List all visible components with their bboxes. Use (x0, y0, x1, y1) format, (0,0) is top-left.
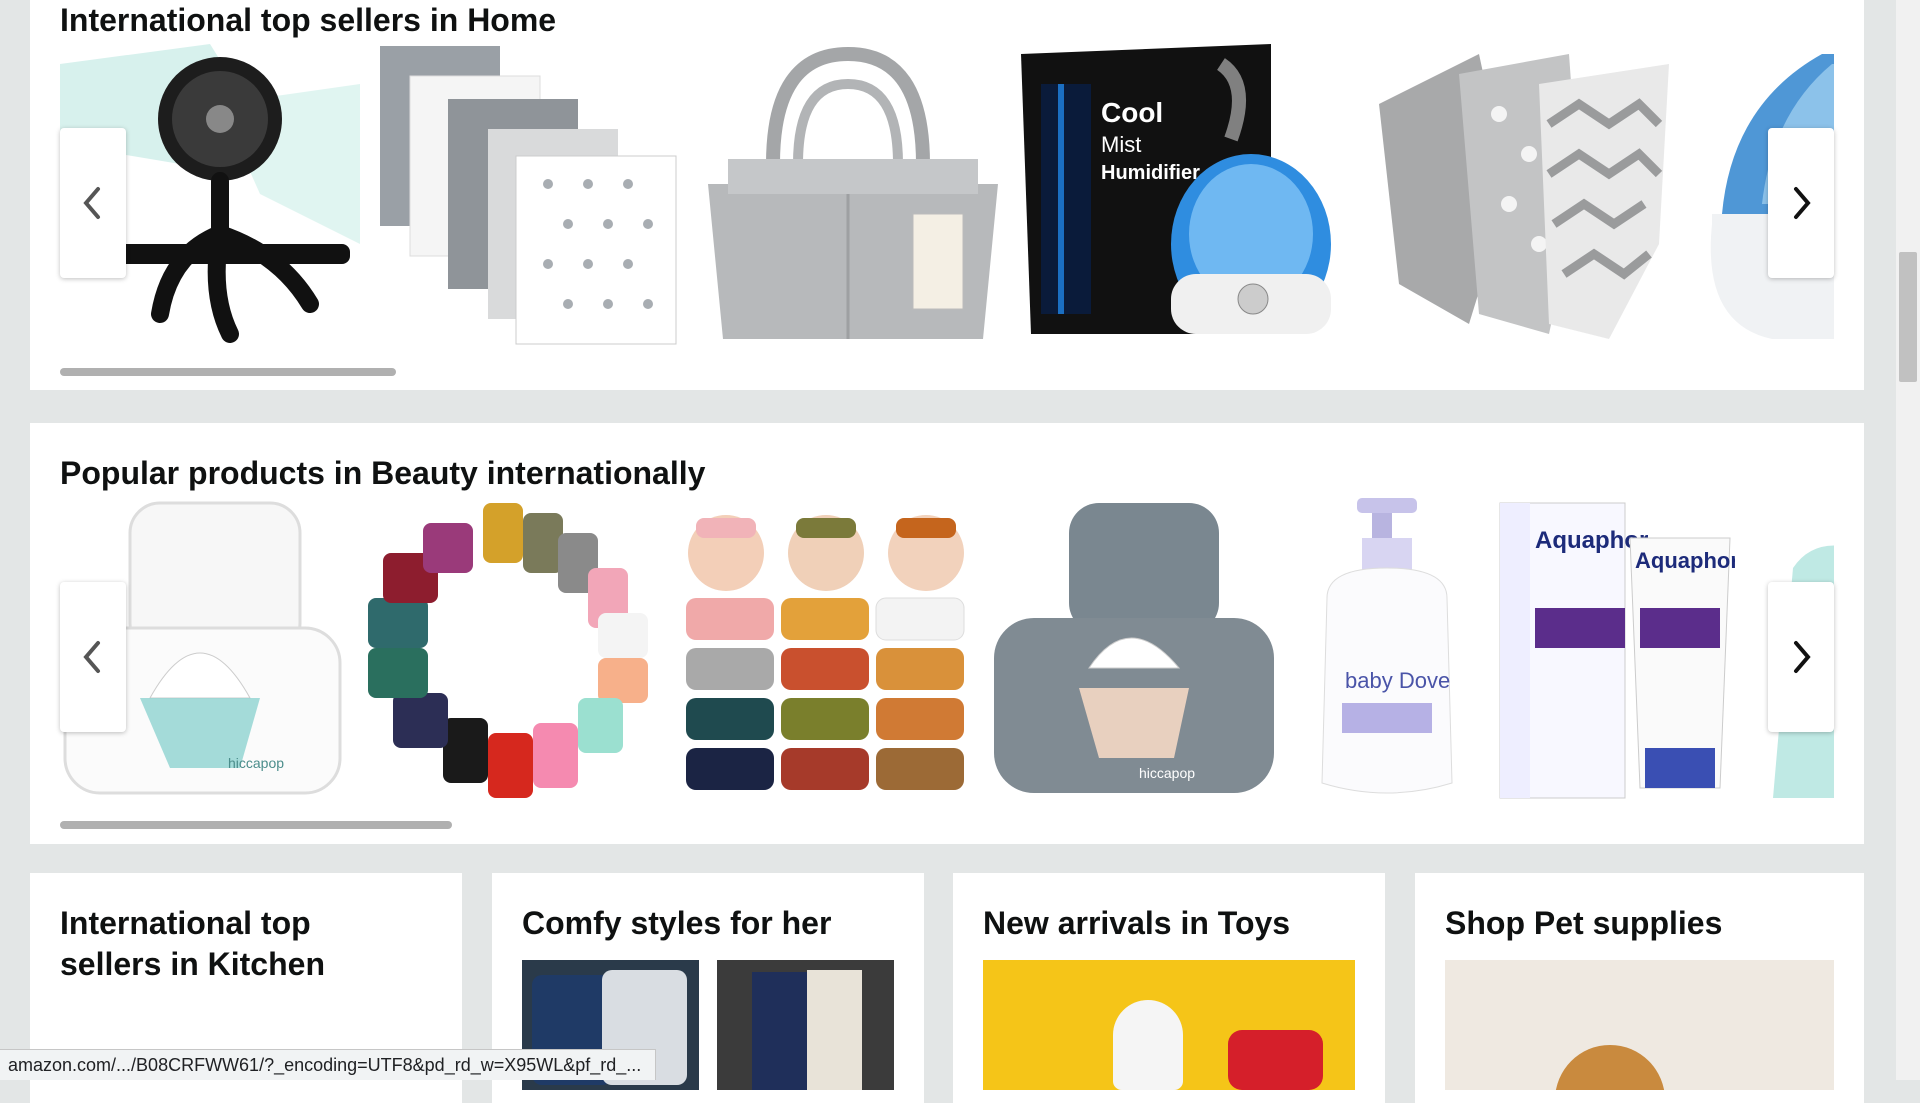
product-carousel: hiccapop hiccapop baby Dove Aquaphor Aqu… (60, 498, 1834, 800)
section-title: Popular products in Beauty international… (60, 455, 706, 491)
brand-text: hiccapop (1139, 765, 1195, 781)
card-title[interactable]: Comfy styles for her (522, 903, 831, 944)
chevron-left-icon (83, 641, 100, 673)
product-image[interactable] (1445, 960, 1834, 1090)
product-carousel: Cool Mist Humidifier (60, 44, 1834, 346)
product-tile[interactable] (1369, 44, 1674, 346)
brand-text: hiccapop (228, 755, 284, 771)
card-title[interactable]: International top sellers in Kitchen (60, 903, 420, 985)
product-tile[interactable]: Cool Mist Humidifier (1021, 44, 1351, 346)
product-tile[interactable]: Aquaphor Aquaphor (1495, 498, 1739, 800)
product-image[interactable] (983, 960, 1355, 1090)
product-tile[interactable] (681, 498, 971, 800)
toys-new-arrivals-card[interactable]: New arrivals in Toys (953, 873, 1385, 1103)
card-title[interactable]: Shop Pet supplies (1445, 903, 1722, 944)
pet-supplies-card[interactable]: Shop Pet supplies (1415, 873, 1864, 1103)
box-text-humidifier: Humidifier (1101, 162, 1200, 184)
chevron-left-icon (83, 187, 100, 219)
carousel-next-button[interactable] (1768, 128, 1834, 278)
brand-text: Aquaphor (1635, 548, 1735, 573)
carousel-prev-button[interactable] (60, 582, 126, 732)
box-text-cool: Cool (1101, 97, 1163, 128)
page-scrollbar-thumb[interactable] (1899, 252, 1917, 382)
chevron-right-icon (1794, 187, 1811, 219)
carousel-prev-button[interactable] (60, 128, 126, 278)
carousel-scrollbar[interactable] (60, 368, 396, 376)
product-image[interactable] (717, 960, 894, 1090)
chevron-right-icon (1794, 641, 1811, 673)
product-tile[interactable] (363, 498, 663, 800)
box-text-mist: Mist (1101, 132, 1141, 157)
home-top-sellers-card: International top sellers in Home Cool M… (30, 0, 1864, 390)
product-tile[interactable] (698, 44, 1003, 346)
product-tile[interactable]: hiccapop (989, 498, 1279, 800)
carousel-scrollbar[interactable] (60, 821, 452, 829)
beauty-popular-card: Popular products in Beauty international… (30, 423, 1864, 844)
product-tile[interactable] (378, 44, 680, 346)
product-tile[interactable]: baby Dove (1297, 498, 1477, 800)
brand-text: baby Dove (1345, 668, 1450, 693)
card-title[interactable]: New arrivals in Toys (983, 903, 1290, 944)
section-title: International top sellers in Home (60, 2, 557, 38)
carousel-next-button[interactable] (1768, 582, 1834, 732)
page-scrollbar[interactable] (1896, 0, 1920, 1080)
link-status-bar: amazon.com/.../B08CRFWW61/?_encoding=UTF… (0, 1049, 657, 1080)
